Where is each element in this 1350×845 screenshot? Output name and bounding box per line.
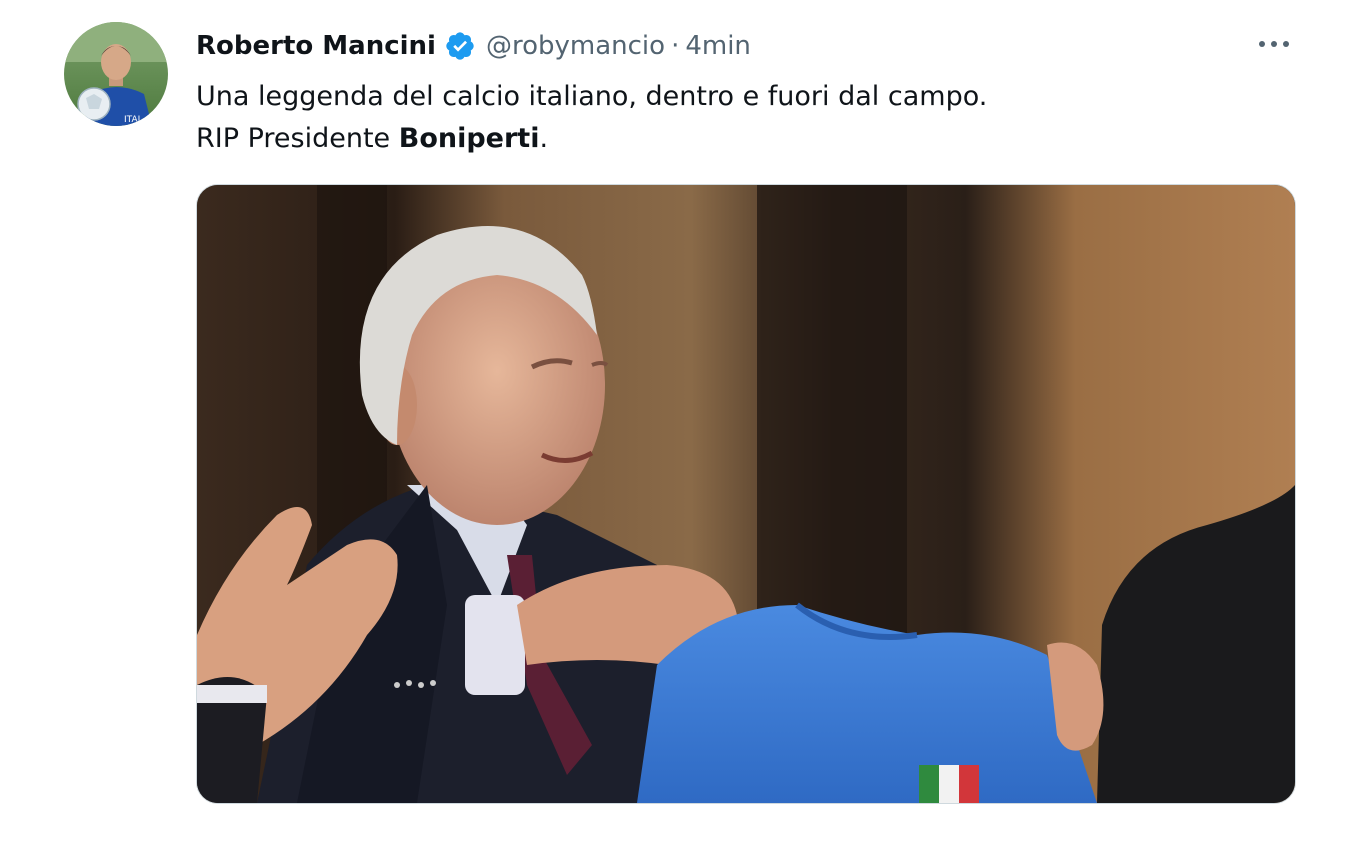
verified-badge-icon [444,30,476,62]
author-handle[interactable]: @robymancio [486,31,665,61]
more-options-button[interactable] [1250,28,1298,60]
tweet-timestamp[interactable]: 4min [685,31,751,61]
author-avatar[interactable]: ITAL [64,22,168,126]
author-name[interactable]: Roberto Mancini [196,31,436,61]
tweet-header: Roberto Mancini @robymancio · 4min [196,26,751,66]
tweet-text-line-2: RIP Presidente Boniperti. [196,118,987,160]
tweet-text-line-2-suffix: . [539,123,549,154]
separator-dot: · [671,31,680,61]
tweet-text: Una leggenda del calcio italiano, dentro… [196,76,987,160]
tweet-text-line-1: Una leggenda del calcio italiano, dentro… [196,81,988,112]
tweet-text-bold-name: Boniperti [398,123,540,154]
tweet-photo[interactable] [196,184,1296,804]
tweet-text-line-2-prefix: RIP Presidente [196,123,399,154]
avatar-photo: ITAL [64,22,168,126]
more-horizontal-icon [1259,41,1289,47]
photo-illustration [197,185,1295,803]
tweet-card[interactable]: ITAL Roberto Mancini @robymancio · 4min … [0,0,1350,845]
svg-text:ITAL: ITAL [124,115,143,125]
